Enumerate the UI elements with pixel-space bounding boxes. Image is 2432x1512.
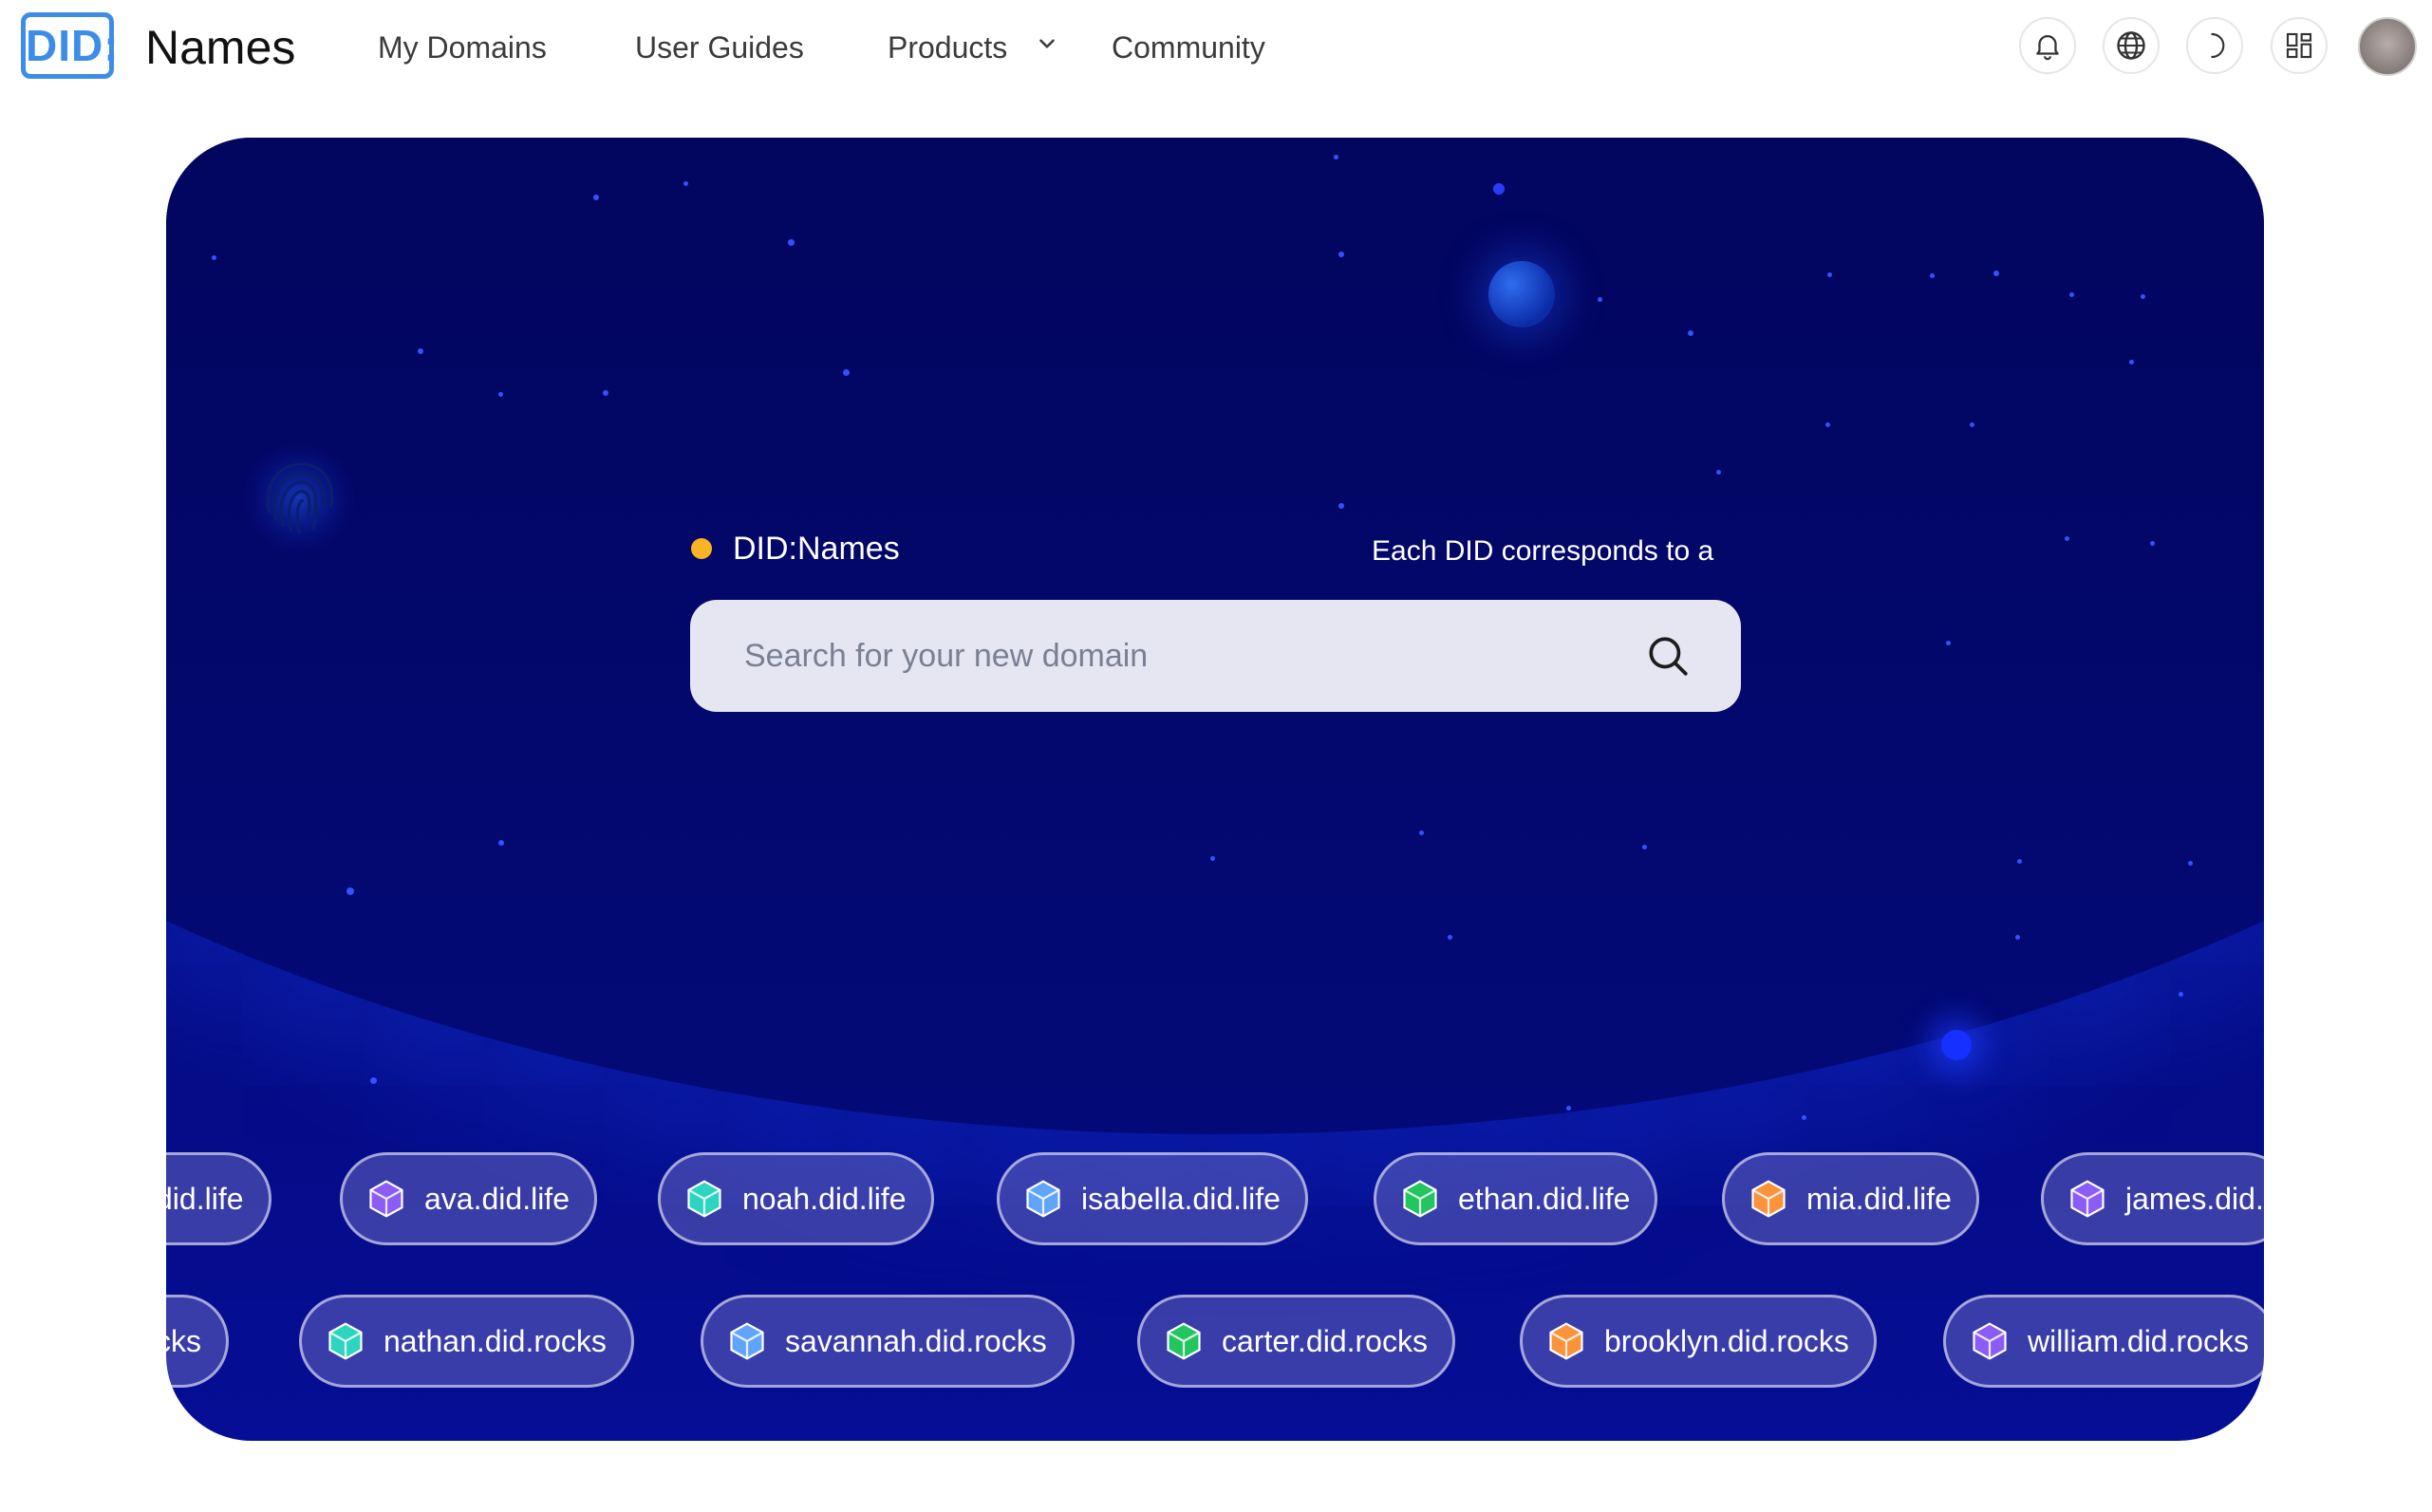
nav-my-domains[interactable]: My Domains [378, 28, 547, 66]
notifications-button[interactable] [2019, 17, 2076, 74]
cube-icon [687, 1180, 721, 1218]
user-avatar[interactable] [2358, 17, 2417, 76]
hero-subtagline: Each DID corresponds to a [1372, 535, 1714, 567]
status-dot [691, 538, 712, 559]
moon-icon [2211, 32, 2225, 59]
search-icon[interactable] [1644, 632, 1692, 680]
top-navbar: DID: Names My Domains User Guides Produc… [0, 0, 2432, 95]
cube-icon [1167, 1322, 1201, 1360]
cube-icon [2070, 1180, 2105, 1218]
cube-icon [1751, 1180, 1786, 1218]
domain-chip[interactable]: savannah.did.rocks [701, 1295, 1075, 1388]
domain-label: william.did.rocks [2028, 1324, 2249, 1358]
domain-chip[interactable]: brooklyn.did.rocks [1520, 1295, 1877, 1388]
domain-chip[interactable]: carter.did.rocks [1137, 1295, 1455, 1388]
glowing-star [1941, 1030, 1972, 1060]
domain-chip[interactable]: ethan.did.life [1374, 1152, 1658, 1245]
domain-chip[interactable]: nathan.did.rocks [299, 1295, 634, 1388]
cube-icon [328, 1322, 363, 1360]
chevron-down-icon[interactable] [1035, 31, 1059, 56]
apps-button[interactable] [2271, 17, 2328, 74]
domain-label: carter.did.rocks [1222, 1324, 1428, 1358]
bell-icon [2036, 35, 2059, 61]
fingerprint-icon [242, 441, 356, 555]
nav-community[interactable]: Community [1112, 28, 1265, 66]
domain-chip[interactable]: william.did.rocks [1943, 1295, 2264, 1388]
domain-label: noah.did.life [742, 1182, 907, 1216]
domain-label: savannah.did.rocks [785, 1324, 1047, 1358]
nav-products[interactable]: Products [888, 28, 1007, 66]
domain-chip[interactable]: did.life [166, 1152, 271, 1245]
cube-icon [1973, 1322, 2007, 1360]
planet-orb [1488, 261, 1555, 327]
logo-name[interactable]: Names [145, 19, 295, 76]
domain-chip[interactable]: james.did. [2041, 1152, 2264, 1245]
domain-label: james.did. [2125, 1182, 2264, 1216]
domain-chip[interactable]: mia.did.life [1722, 1152, 1979, 1245]
domain-label: mia.did.life [1806, 1182, 1952, 1216]
cube-icon [1549, 1322, 1583, 1360]
domain-chip-row-life: did.life ava.did.life noah.did.life isab… [166, 1152, 2264, 1247]
domain-chip-row-rocks: cks nathan.did.rocks savannah.did.rocks … [166, 1295, 2264, 1390]
domain-label: brooklyn.did.rocks [1604, 1324, 1849, 1358]
domain-label: ethan.did.life [1458, 1182, 1631, 1216]
cube-icon [369, 1180, 403, 1218]
cube-icon [1403, 1180, 1437, 1218]
domain-search-input[interactable] [742, 626, 1600, 685]
globe-icon [2117, 31, 2145, 60]
theme-toggle-button[interactable] [2186, 17, 2243, 74]
domain-chip[interactable]: cks [166, 1295, 229, 1388]
grid-icon [2286, 32, 2312, 59]
hero-banner: DID:Names Each DID corresponds to a did.… [166, 138, 2264, 1441]
domain-chip[interactable]: ava.did.life [340, 1152, 597, 1245]
domain-search-bar[interactable] [690, 600, 1741, 712]
domain-label: nathan.did.rocks [384, 1324, 607, 1358]
domain-label: ava.did.life [424, 1182, 570, 1216]
domain-label: did.life [166, 1182, 244, 1216]
language-button[interactable] [2103, 17, 2160, 74]
domain-label: cks [166, 1324, 201, 1358]
cube-icon [1026, 1180, 1060, 1218]
cube-icon [730, 1322, 764, 1360]
hero-tagline: DID:Names [733, 531, 900, 567]
domain-label: isabella.did.life [1081, 1182, 1281, 1216]
nav-user-guides[interactable]: User Guides [635, 28, 804, 66]
domain-chip[interactable]: noah.did.life [658, 1152, 934, 1245]
domain-chip[interactable]: isabella.did.life [997, 1152, 1308, 1245]
did-logo-mark[interactable]: DID: [21, 12, 119, 79]
